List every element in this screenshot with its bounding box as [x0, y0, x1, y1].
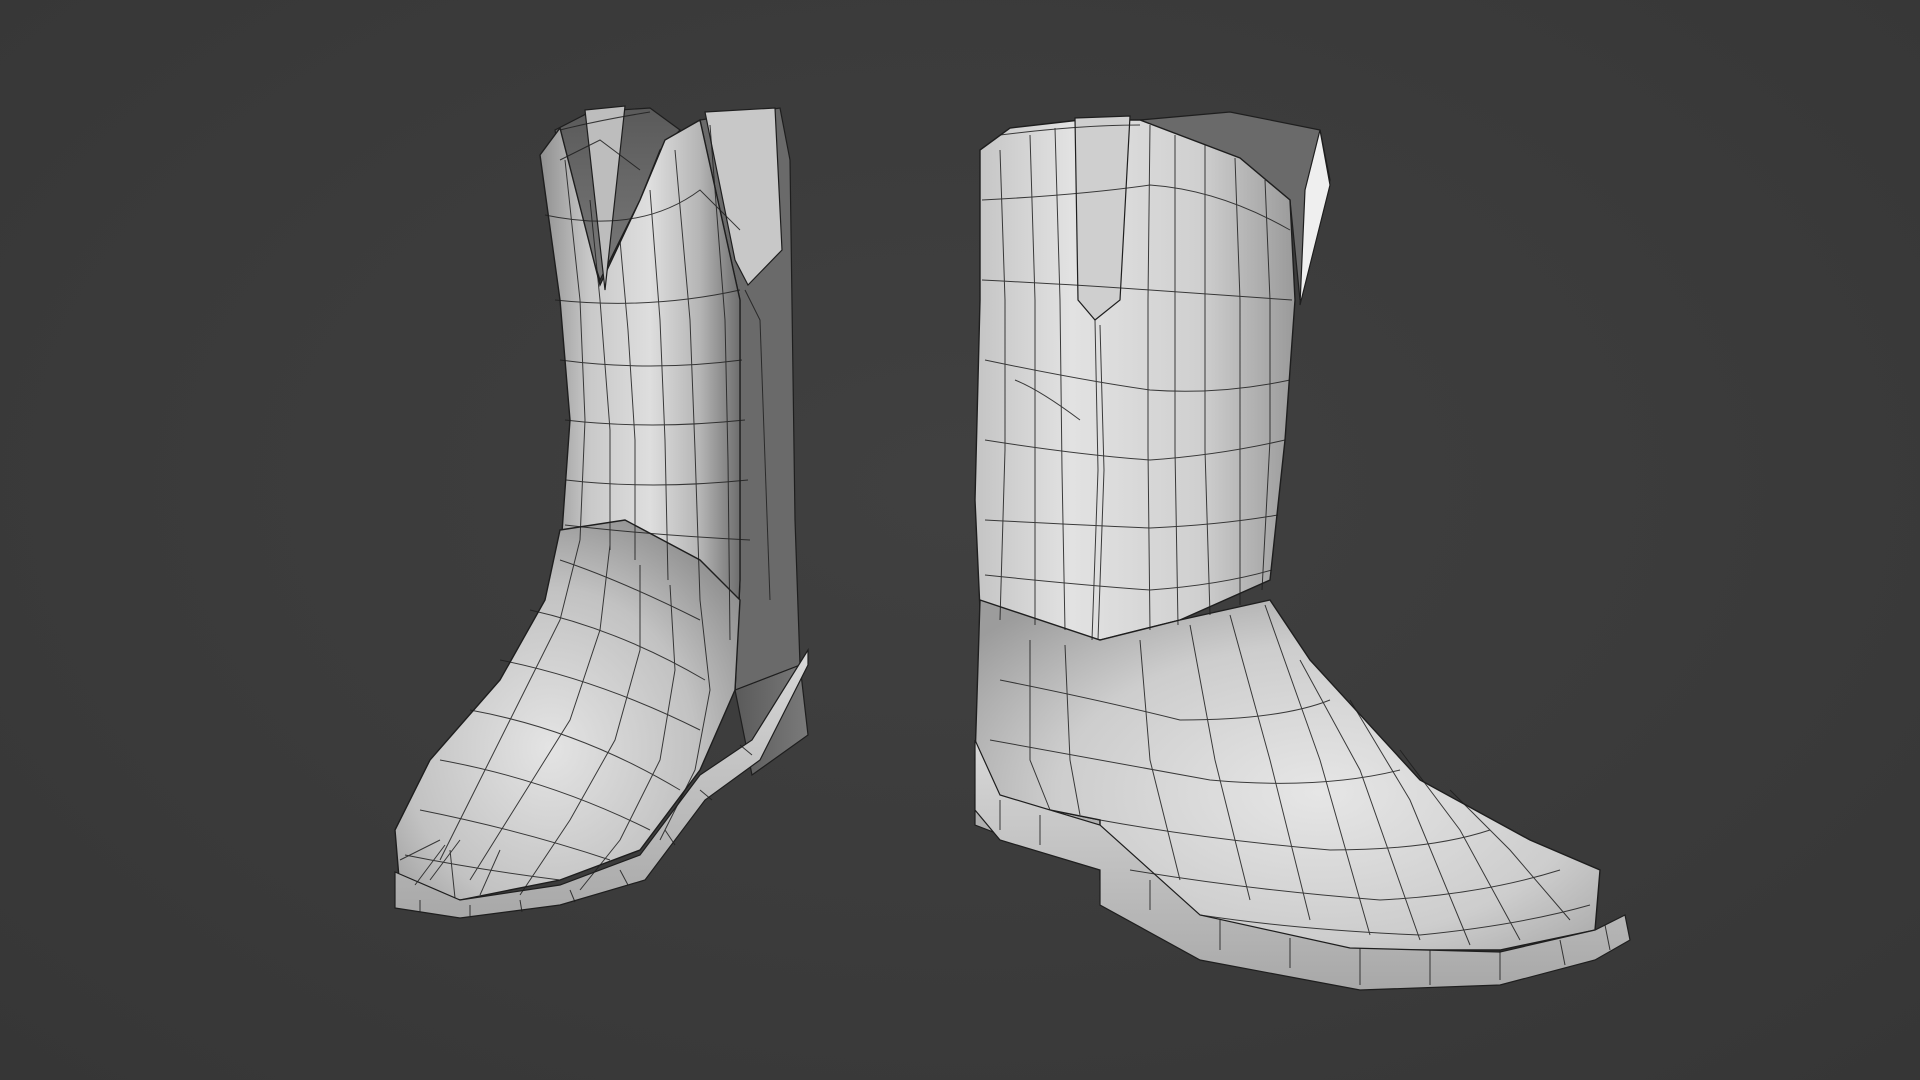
left-boot-foot	[394, 519, 741, 901]
3d-viewport[interactable]	[0, 0, 1920, 1080]
right-boot[interactable]	[974, 111, 1631, 991]
left-boot[interactable]	[394, 105, 809, 919]
scene-render	[394, 105, 1631, 991]
right-boot-foot	[974, 599, 1601, 951]
